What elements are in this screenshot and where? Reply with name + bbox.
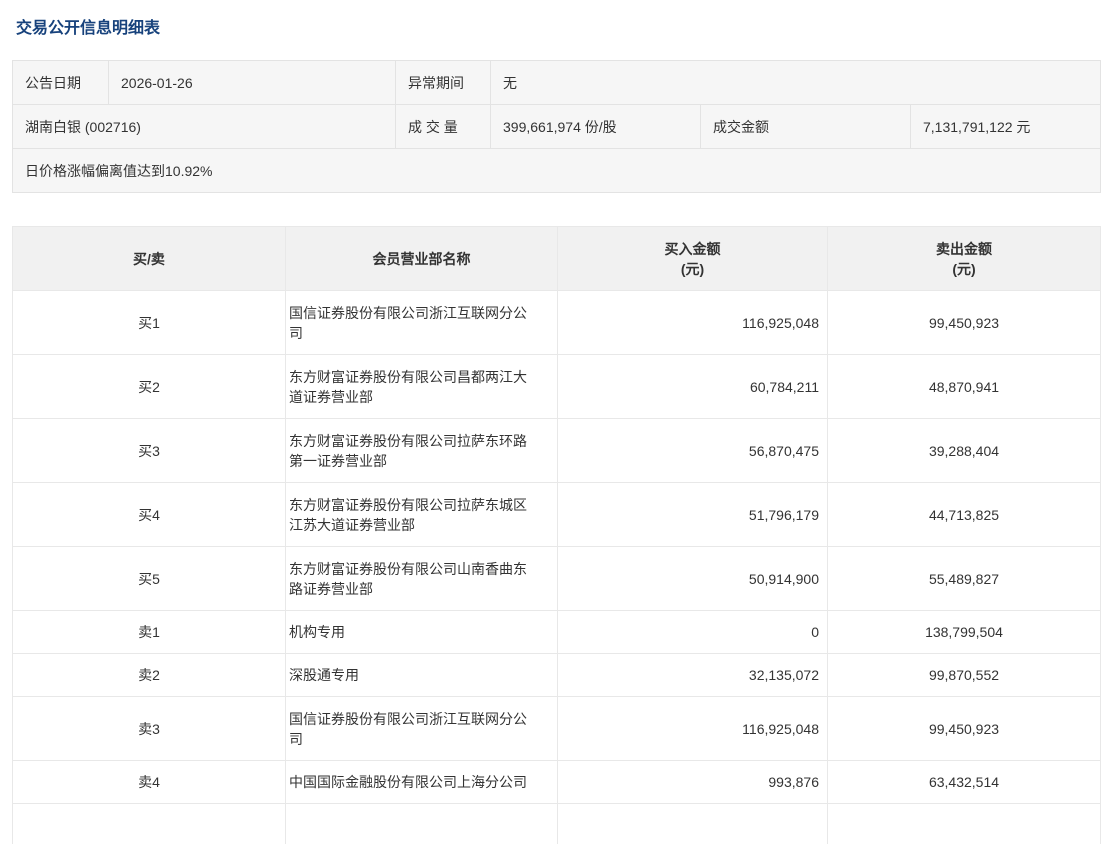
amount-value: 7,131,791,122 元: [911, 105, 1101, 149]
buy-amount-cell: 0: [558, 611, 828, 654]
page-title: 交易公开信息明细表: [12, 0, 1101, 39]
side-cell: 卖3: [13, 697, 286, 761]
amount-label: 成交金额: [701, 105, 911, 149]
sell-amount-cell: 63,432,514: [828, 761, 1101, 804]
branch-name: 东方财富证券股份有限公司昌都两江大道证券营业部: [289, 367, 535, 407]
branch-cell: 深股通专用: [286, 654, 558, 697]
sell-amount-cell: 99,450,923: [828, 697, 1101, 761]
sell-amount-cell: 48,870,941: [828, 355, 1101, 419]
branch-cell: 中国国际金融股份有限公司上海分公司: [286, 761, 558, 804]
side-cell: 卖1: [13, 611, 286, 654]
buy-amount-cell: 32,135,072: [558, 654, 828, 697]
table-row: 买1 国信证券股份有限公司浙江互联网分公司 116,925,048 99,450…: [13, 291, 1101, 355]
sell-amount-cell: 44,713,825: [828, 483, 1101, 547]
announce-date-label: 公告日期: [13, 61, 109, 105]
branch-cell: 东方财富证券股份有限公司昌都两江大道证券营业部: [286, 355, 558, 419]
buy-amount-cell: 116,925,048: [558, 697, 828, 761]
branch-cell: 东方财富证券股份有限公司山南香曲东路证券营业部: [286, 547, 558, 611]
deviation-note: 日价格涨幅偏离值达到10.92%: [13, 149, 1101, 193]
buy-amount-cell: 51,796,179: [558, 483, 828, 547]
table-row: 卖4 中国国际金融股份有限公司上海分公司 993,876 63,432,514: [13, 761, 1101, 804]
branch-cell: 东方财富证券股份有限公司拉萨东环路第一证券营业部: [286, 419, 558, 483]
col-header-buy-amount: 买入金额 (元): [558, 227, 828, 291]
branch-cell: 国信证券股份有限公司浙江互联网分公司: [286, 291, 558, 355]
trading-detail-table: 买/卖 会员营业部名称 买入金额 (元) 卖出金额 (元) 买1 国信证券股份有…: [12, 226, 1101, 844]
table-header-row: 买/卖 会员营业部名称 买入金额 (元) 卖出金额 (元): [13, 227, 1101, 291]
buy-amount-cell: 60,784,211: [558, 355, 828, 419]
buy-amount-cell: 116,925,048: [558, 291, 828, 355]
summary-info-table: 公告日期 2026-01-26 异常期间 无 湖南白银 (002716) 成 交…: [12, 60, 1101, 193]
info-row-1: 公告日期 2026-01-26 异常期间 无: [13, 61, 1101, 105]
col-header-branch: 会员营业部名称: [286, 227, 558, 291]
side-cell: 买1: [13, 291, 286, 355]
branch-name: 东方财富证券股份有限公司山南香曲东路证券营业部: [289, 559, 535, 599]
table-row: 卖2 深股通专用 32,135,072 99,870,552: [13, 654, 1101, 697]
info-row-2: 湖南白银 (002716) 成 交 量 399,661,974 份/股 成交金额…: [13, 105, 1101, 149]
branch-name: 国信证券股份有限公司浙江互联网分公司: [289, 709, 535, 749]
branch-name: 深股通专用: [289, 665, 535, 685]
table-row: 卖1 机构专用 0 138,799,504: [13, 611, 1101, 654]
side-cell: 卖4: [13, 761, 286, 804]
branch-name: 中国国际金融股份有限公司上海分公司: [289, 772, 535, 792]
buy-amount-cell: 993,876: [558, 761, 828, 804]
sell-amount-cell: 99,870,552: [828, 654, 1101, 697]
branch-cell: 东方财富证券股份有限公司拉萨东城区江苏大道证券营业部: [286, 483, 558, 547]
side-cell: 卖2: [13, 654, 286, 697]
page: 交易公开信息明细表 公告日期 2026-01-26 异常期间 无 湖南白银 (0…: [0, 0, 1113, 844]
sell-amount-cell: 55,489,827: [828, 547, 1101, 611]
branch-name: 国信证券股份有限公司浙江互联网分公司: [289, 303, 535, 343]
side-cell: 买3: [13, 419, 286, 483]
side-cell: 买4: [13, 483, 286, 547]
branch-cell: 机构专用: [286, 611, 558, 654]
table-row: 买5 东方财富证券股份有限公司山南香曲东路证券营业部 50,914,900 55…: [13, 547, 1101, 611]
stock-name: 湖南白银 (002716): [13, 105, 396, 149]
col-header-side: 买/卖: [13, 227, 286, 291]
col-header-sell-amount: 卖出金额 (元): [828, 227, 1101, 291]
volume-value: 399,661,974 份/股: [491, 105, 701, 149]
info-row-3: 日价格涨幅偏离值达到10.92%: [13, 149, 1101, 193]
branch-name: 东方财富证券股份有限公司拉萨东环路第一证券营业部: [289, 431, 535, 471]
branch-cell: 国信证券股份有限公司浙江互联网分公司: [286, 697, 558, 761]
table-row: 卖3 国信证券股份有限公司浙江互联网分公司 116,925,048 99,450…: [13, 697, 1101, 761]
announce-date-value: 2026-01-26: [109, 61, 396, 105]
table-row: 买4 东方财富证券股份有限公司拉萨东城区江苏大道证券营业部 51,796,179…: [13, 483, 1101, 547]
table-row-partial: [13, 804, 1101, 844]
sell-amount-cell: 39,288,404: [828, 419, 1101, 483]
sell-amount-cell: 99,450,923: [828, 291, 1101, 355]
side-cell: 买5: [13, 547, 286, 611]
branch-name: 东方财富证券股份有限公司拉萨东城区江苏大道证券营业部: [289, 495, 535, 535]
buy-amount-cell: 50,914,900: [558, 547, 828, 611]
table-row: 买2 东方财富证券股份有限公司昌都两江大道证券营业部 60,784,211 48…: [13, 355, 1101, 419]
abnormal-period-value: 无: [491, 61, 1101, 105]
sell-amount-cell: 138,799,504: [828, 611, 1101, 654]
branch-name: 机构专用: [289, 622, 535, 642]
abnormal-period-label: 异常期间: [396, 61, 491, 105]
side-cell: 买2: [13, 355, 286, 419]
buy-amount-cell: 56,870,475: [558, 419, 828, 483]
volume-label: 成 交 量: [396, 105, 491, 149]
table-row: 买3 东方财富证券股份有限公司拉萨东环路第一证券营业部 56,870,475 3…: [13, 419, 1101, 483]
